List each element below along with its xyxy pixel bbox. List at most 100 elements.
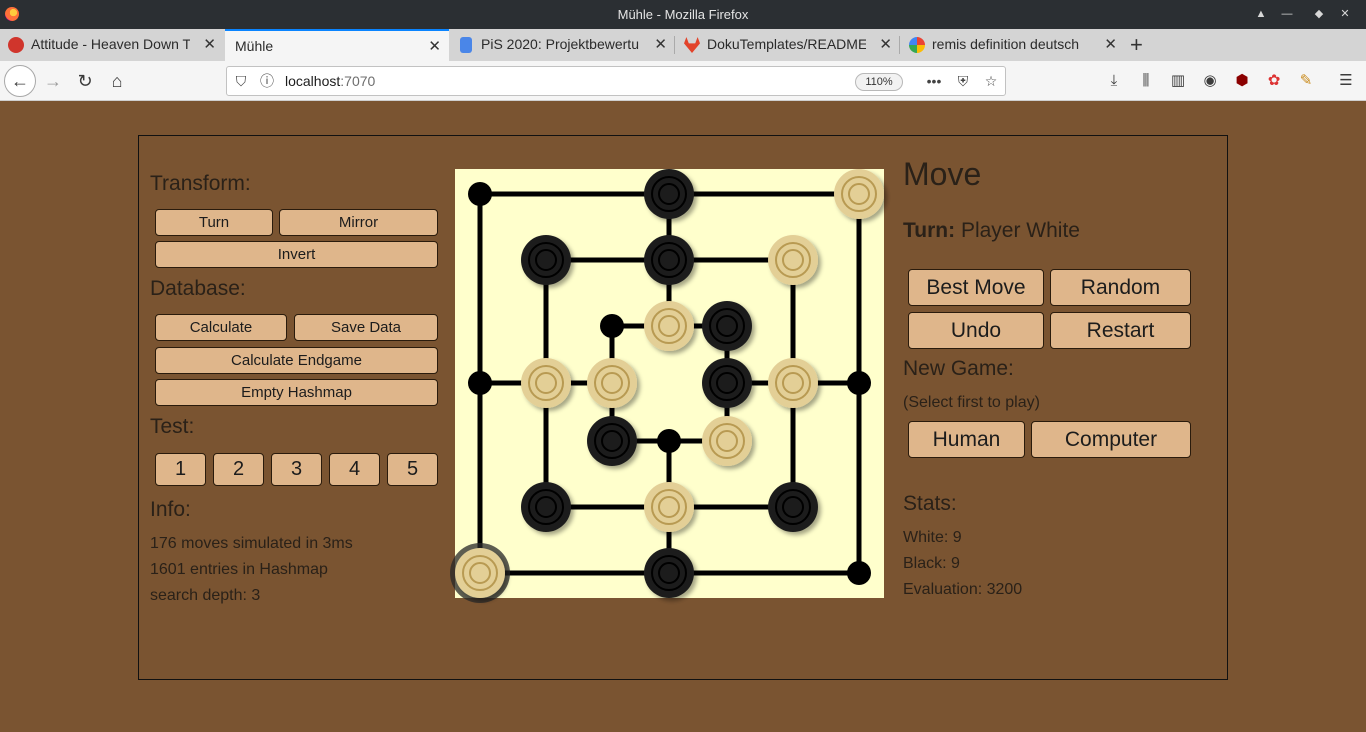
close-tab-icon[interactable]: ✕ — [1104, 35, 1117, 53]
white-piece[interactable] — [768, 358, 818, 408]
test-1-button[interactable]: 1 — [155, 453, 206, 486]
undo-button[interactable]: Undo — [908, 312, 1044, 349]
tab-label: Attitude - Heaven Down T — [31, 36, 190, 52]
tab-separator — [674, 36, 675, 54]
white-piece[interactable] — [768, 235, 818, 285]
random-button[interactable]: Random — [1050, 269, 1191, 306]
calculate-button[interactable]: Calculate — [155, 314, 287, 341]
computer-button[interactable]: Computer — [1031, 421, 1191, 458]
tab-remis-definition[interactable]: remis definition deutsch ✕ — [901, 29, 1125, 61]
test-heading: Test: — [150, 415, 195, 438]
white-piece[interactable] — [587, 358, 637, 408]
close-tab-icon[interactable]: ✕ — [879, 35, 892, 53]
tab-label: PiS 2020: Projektbewertu — [481, 36, 639, 52]
tab-separator — [899, 36, 900, 54]
board-point-empty[interactable] — [600, 314, 624, 338]
home-icon[interactable]: ⌂ — [103, 67, 131, 95]
save-data-button[interactable]: Save Data — [294, 314, 438, 341]
account-icon[interactable]: ◉ — [1200, 71, 1220, 91]
tab-pis-2020[interactable]: PiS 2020: Projektbewertu ✕ — [450, 29, 675, 61]
close-tab-icon[interactable]: ✕ — [203, 35, 216, 53]
url-text[interactable]: localhost:7070 — [285, 73, 375, 89]
info-heading: Info: — [150, 498, 191, 521]
window-titlebar: Mühle - Mozilla Firefox ▲ — ◆ ✕ — [0, 0, 1366, 29]
board-point-empty[interactable] — [468, 371, 492, 395]
tab-dokutemplates[interactable]: DokuTemplates/README ✕ — [676, 29, 900, 61]
stats-evaluation: Evaluation: 3200 — [903, 581, 1023, 598]
pocket-icon[interactable]: ⛨ — [954, 72, 972, 90]
info-moves-simulated: 176 moves simulated in 3ms — [150, 535, 353, 552]
shield-icon[interactable]: ⛉ — [232, 72, 250, 90]
board-point-empty[interactable] — [847, 371, 871, 395]
tab-label: DokuTemplates/README — [707, 36, 866, 52]
black-piece[interactable] — [702, 301, 752, 351]
close-tab-icon[interactable]: ✕ — [654, 35, 667, 53]
transform-heading: Transform: — [150, 172, 251, 195]
white-piece[interactable] — [521, 358, 571, 408]
window-title: Mühle - Mozilla Firefox — [617, 7, 749, 22]
turn-status: Turn: Player White — [903, 219, 1080, 243]
calculate-endgame-button[interactable]: Calculate Endgame — [155, 347, 438, 374]
new-tab-plus-icon[interactable]: + — [1130, 32, 1143, 58]
black-piece[interactable] — [644, 548, 694, 598]
black-piece[interactable] — [702, 358, 752, 408]
test-2-button[interactable]: 2 — [213, 453, 264, 486]
back-arrow-icon[interactable]: ← — [4, 65, 36, 97]
black-piece[interactable] — [644, 235, 694, 285]
close-tab-icon[interactable]: ✕ — [428, 37, 441, 55]
forward-arrow-icon[interactable]: → — [39, 67, 67, 95]
zoom-level-badge[interactable]: 110% — [855, 73, 903, 91]
window-maximize-alt-icon[interactable]: ▲ — [1253, 6, 1269, 22]
test-5-button[interactable]: 5 — [387, 453, 438, 486]
menu-hamburger-icon[interactable]: ☰ — [1336, 71, 1356, 91]
reload-icon[interactable]: ↻ — [71, 67, 99, 95]
gitlab-icon — [684, 37, 700, 53]
board-point-empty[interactable] — [468, 182, 492, 206]
board-point-empty[interactable] — [657, 429, 681, 453]
bookmark-star-icon[interactable]: ☆ — [982, 72, 1000, 90]
test-4-button[interactable]: 4 — [329, 453, 380, 486]
board-svg[interactable] — [450, 169, 884, 603]
tab-muehle[interactable]: Mühle ✕ — [225, 29, 449, 61]
tab-attitude[interactable]: Attitude - Heaven Down T ✕ — [0, 29, 224, 61]
window-restore-icon[interactable]: ◆ — [1311, 6, 1327, 22]
library-icon[interactable]: ⫼ — [1136, 71, 1156, 91]
black-piece[interactable] — [521, 235, 571, 285]
black-piece[interactable] — [768, 482, 818, 532]
board-point-empty[interactable] — [847, 561, 871, 585]
black-piece[interactable] — [644, 169, 694, 219]
invert-button[interactable]: Invert — [155, 241, 438, 268]
black-piece[interactable] — [587, 416, 637, 466]
downloads-icon[interactable]: ⤓ — [1104, 71, 1124, 91]
sidebar-icon[interactable]: ▥ — [1168, 71, 1188, 91]
stats-black: Black: 9 — [903, 555, 960, 572]
window-minimize-icon[interactable]: — — [1279, 6, 1295, 22]
window-close-icon[interactable]: ✕ — [1337, 6, 1353, 22]
mirror-button[interactable]: Mirror — [279, 209, 438, 236]
white-piece[interactable] — [702, 416, 752, 466]
best-move-button[interactable]: Best Move — [908, 269, 1044, 306]
navigation-bar: ← → ↻ ⌂ ⛉ ⓘ localhost:7070 110% ••• ⛨ ☆ … — [0, 61, 1366, 101]
move-heading: Move — [903, 156, 982, 192]
new-game-hint: (Select first to play) — [903, 394, 1040, 411]
human-button[interactable]: Human — [908, 421, 1025, 458]
test-3-button[interactable]: 3 — [271, 453, 322, 486]
stats-heading: Stats: — [903, 492, 957, 515]
white-piece[interactable] — [834, 169, 884, 219]
tab-strip: Attitude - Heaven Down T ✕ Mühle ✕ PiS 2… — [0, 29, 1366, 61]
white-piece[interactable] — [644, 482, 694, 532]
extension-icon[interactable]: ✎ — [1296, 71, 1316, 91]
color-extension-icon[interactable]: ✿ — [1264, 71, 1284, 91]
empty-hashmap-button[interactable]: Empty Hashmap — [155, 379, 438, 406]
turn-button[interactable]: Turn — [155, 209, 273, 236]
restart-button[interactable]: Restart — [1050, 312, 1191, 349]
url-bar[interactable]: ⛉ ⓘ localhost:7070 110% ••• ⛨ ☆ — [226, 66, 1006, 96]
site-info-icon[interactable]: ⓘ — [258, 72, 276, 90]
ublock-icon[interactable]: ⬢ — [1232, 71, 1252, 91]
black-piece[interactable] — [521, 482, 571, 532]
page-actions-icon[interactable]: ••• — [925, 72, 943, 90]
info-hashmap-entries: 1601 entries in Hashmap — [150, 561, 328, 578]
white-piece[interactable] — [450, 543, 510, 603]
muehle-board[interactable] — [450, 169, 884, 603]
white-piece[interactable] — [644, 301, 694, 351]
